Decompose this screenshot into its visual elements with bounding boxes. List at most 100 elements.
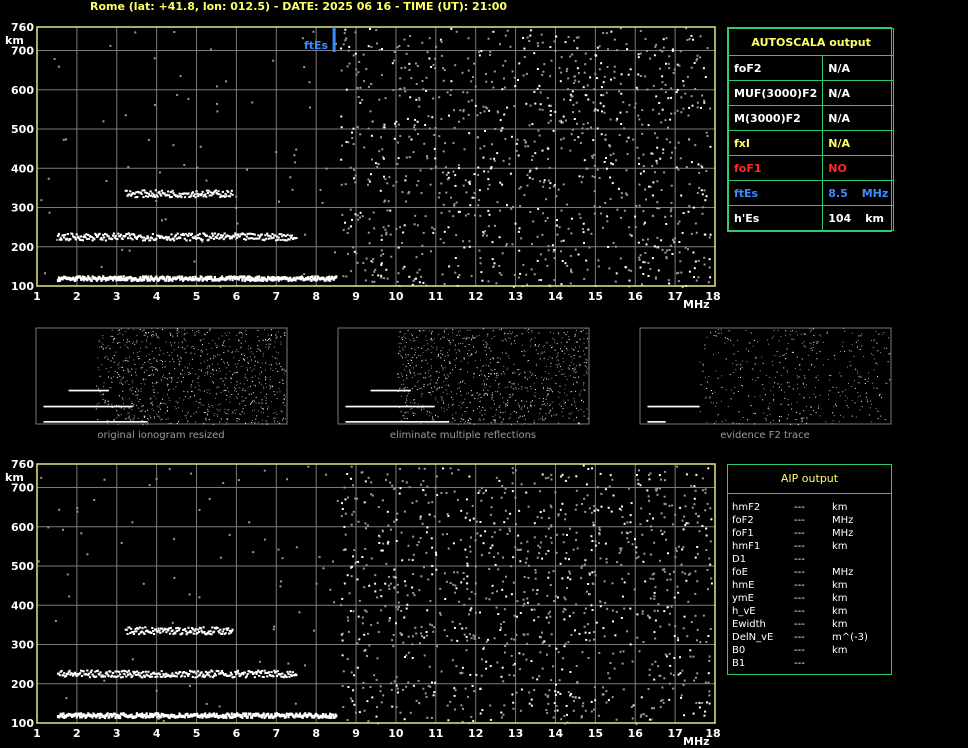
- noise-point: [709, 507, 712, 510]
- x-tick-label: 6: [233, 727, 241, 740]
- noise-point: [399, 77, 402, 80]
- noise-point: [512, 707, 515, 710]
- noise-point: [538, 552, 541, 555]
- noise-point: [648, 718, 651, 721]
- noise-point: [671, 151, 673, 154]
- noise-point: [519, 612, 522, 614]
- noise-point: [690, 232, 693, 235]
- noise-point: [383, 123, 386, 126]
- thumbnail-noise: [169, 361, 171, 363]
- noise-point: [519, 186, 522, 189]
- noise-point: [494, 563, 497, 566]
- thumbnail-noise: [211, 404, 213, 406]
- noise-point: [351, 131, 353, 134]
- noise-point: [537, 544, 540, 547]
- noise-point: [682, 107, 685, 110]
- noise-point: [660, 121, 663, 124]
- noise-point: [670, 208, 673, 211]
- trace-point: [217, 670, 220, 673]
- thumbnail-noise: [136, 340, 138, 342]
- thumbnail-noise: [159, 417, 161, 419]
- trace-point: [260, 669, 263, 672]
- noise-point: [640, 507, 643, 510]
- noise-point: [583, 277, 586, 280]
- noise-point: [603, 161, 606, 163]
- noise-point: [495, 282, 498, 285]
- noise-point: [608, 677, 611, 680]
- noise-point: [460, 509, 463, 512]
- noise-point: [603, 580, 606, 583]
- noise-point: [420, 483, 422, 486]
- thumbnail-noise: [108, 376, 109, 378]
- noise-point: [491, 496, 494, 499]
- thumbnail-noise: [224, 390, 226, 391]
- noise-point: [523, 602, 526, 605]
- thumbnail-noise: [241, 396, 243, 398]
- noise-point: [601, 86, 603, 89]
- noise-point: [649, 57, 652, 60]
- noise-point: [642, 170, 645, 173]
- noise-point: [698, 706, 701, 709]
- noise-point: [594, 72, 597, 75]
- thumbnail-noise: [191, 358, 193, 360]
- noise-point: [461, 627, 464, 630]
- noise-point: [554, 110, 557, 113]
- noise-point: [469, 673, 472, 676]
- noise-point: [662, 701, 665, 704]
- noise-point: [356, 261, 359, 264]
- thumbnail-noise: [170, 422, 172, 424]
- trace-point: [66, 673, 69, 676]
- noise-point: [661, 50, 664, 53]
- noise-point: [659, 674, 662, 677]
- noise-point: [594, 574, 597, 577]
- noise-point: [356, 125, 359, 128]
- noise-point: [598, 205, 601, 208]
- noise-point: [412, 553, 415, 556]
- noise-point: [641, 283, 643, 286]
- trace-point: [175, 675, 178, 678]
- noise-point: [644, 37, 647, 40]
- noise-point: [188, 593, 191, 596]
- noise-point: [549, 182, 552, 185]
- noise-point: [493, 637, 496, 640]
- y-tick-label: 400: [11, 162, 34, 175]
- thumbnail-noise: [284, 394, 285, 396]
- noise-point: [442, 241, 445, 244]
- noise-point: [415, 62, 417, 65]
- noise-point: [536, 42, 539, 45]
- trace-point: [216, 627, 219, 629]
- noise-point: [701, 166, 704, 169]
- noise-point: [576, 547, 579, 550]
- noise-point: [430, 250, 432, 253]
- thumbnail-noise: [273, 391, 275, 393]
- noise-point: [654, 132, 656, 135]
- noise-point: [494, 127, 497, 130]
- noise-point: [396, 162, 399, 165]
- noise-point: [533, 273, 536, 276]
- noise-point: [196, 166, 199, 169]
- noise-point: [353, 177, 356, 180]
- thumbnail-noise: [246, 380, 248, 381]
- noise-point: [483, 170, 486, 173]
- noise-point: [103, 679, 106, 682]
- thumbnail-noise: [161, 418, 163, 420]
- thumbnail-noise: [184, 415, 186, 417]
- noise-point: [648, 185, 651, 188]
- noise-point: [508, 527, 511, 530]
- noise-point: [548, 689, 551, 692]
- noise-point: [479, 712, 482, 715]
- noise-point: [474, 539, 477, 542]
- noise-point: [322, 567, 325, 570]
- noise-point: [669, 244, 672, 247]
- thumbnail-noise: [97, 388, 99, 390]
- noise-point: [547, 702, 550, 705]
- noise-point: [613, 70, 616, 73]
- noise-point: [620, 92, 623, 95]
- noise-point: [543, 179, 546, 182]
- noise-point: [308, 81, 311, 84]
- noise-point: [411, 657, 414, 659]
- noise-point: [350, 225, 352, 228]
- noise-point: [439, 238, 442, 241]
- noise-point: [467, 213, 470, 216]
- trace-point: [192, 632, 195, 635]
